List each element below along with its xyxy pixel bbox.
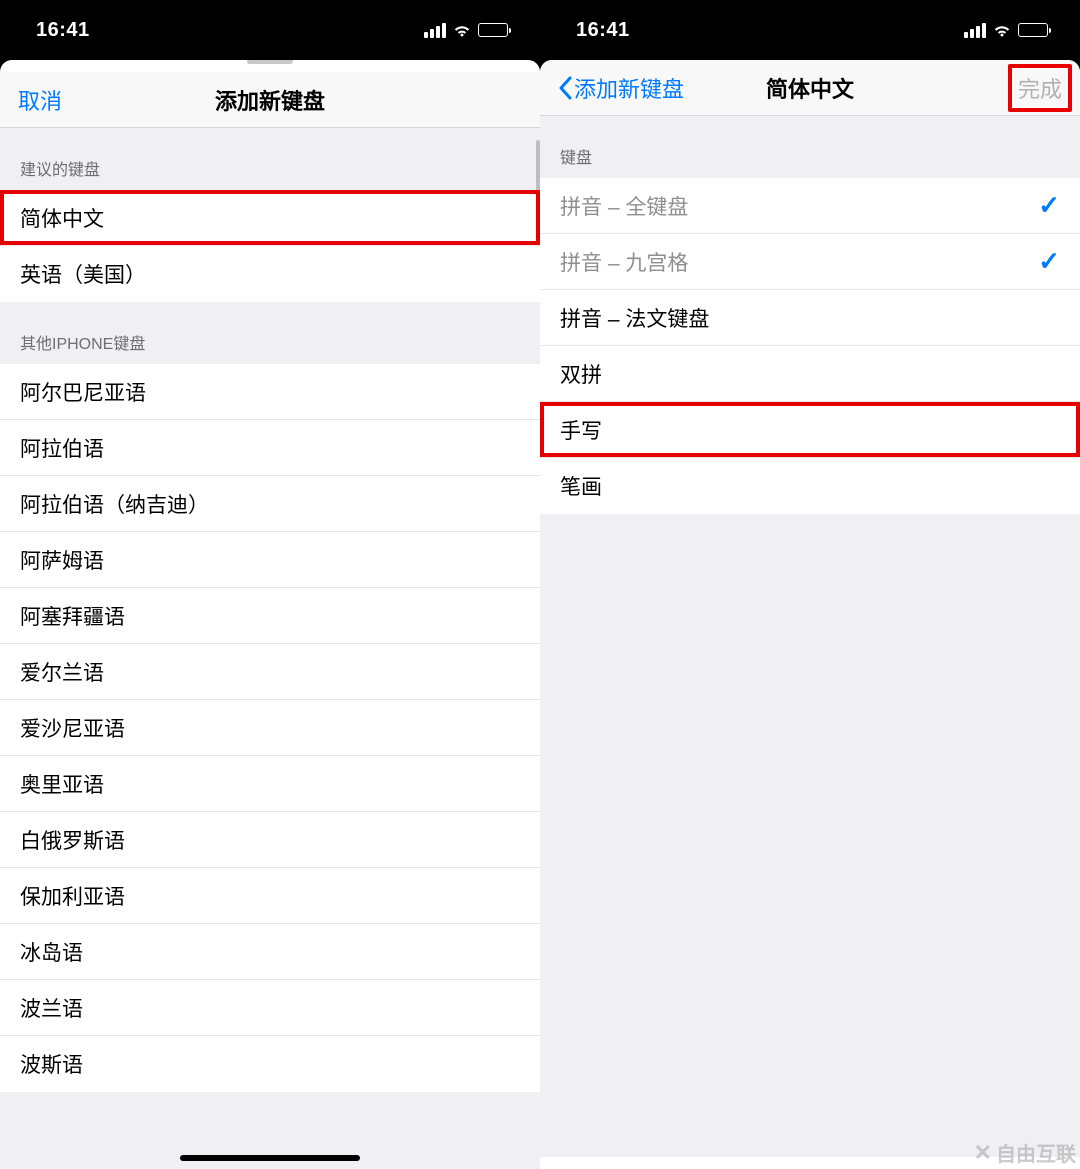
keyboard-option-row[interactable]: 手写 bbox=[540, 402, 1080, 458]
row-label: 冰岛语 bbox=[20, 937, 520, 967]
back-button[interactable]: 添加新键盘 bbox=[558, 72, 684, 104]
other-keyboard-row[interactable]: 波兰语 bbox=[0, 980, 540, 1036]
other-keyboard-row[interactable]: 白俄罗斯语 bbox=[0, 812, 540, 868]
row-label: 简体中文 bbox=[20, 203, 520, 233]
other-keyboard-row[interactable]: 阿拉伯语 bbox=[0, 420, 540, 476]
status-icons bbox=[424, 23, 508, 38]
suggested-keyboard-row[interactable]: 英语（美国） bbox=[0, 246, 540, 302]
modal-sheet: 取消 添加新键盘 建议的键盘 简体中文英语（美国） 其他IPHONE键盘 阿尔巴… bbox=[0, 60, 540, 1169]
status-time: 16:41 bbox=[36, 19, 90, 42]
other-keyboard-row[interactable]: 爱尔兰语 bbox=[0, 644, 540, 700]
row-label: 拼音 – 全键盘 bbox=[560, 191, 1038, 221]
checkmark-icon: ✓ bbox=[1038, 190, 1060, 221]
row-label: 波兰语 bbox=[20, 993, 520, 1023]
other-keyboard-row[interactable]: 爱沙尼亚语 bbox=[0, 700, 540, 756]
chevron-left-icon bbox=[558, 76, 572, 100]
row-label: 阿尔巴尼亚语 bbox=[20, 377, 520, 407]
checkmark-icon: ✓ bbox=[1038, 246, 1060, 277]
status-icons bbox=[964, 23, 1048, 38]
keyboard-list[interactable]: 建议的键盘 简体中文英语（美国） 其他IPHONE键盘 阿尔巴尼亚语阿拉伯语阿拉… bbox=[0, 128, 540, 1169]
row-label: 阿拉伯语 bbox=[20, 433, 520, 463]
row-label: 爱沙尼亚语 bbox=[20, 713, 520, 743]
row-label: 拼音 – 法文键盘 bbox=[560, 303, 1060, 333]
other-keyboard-row[interactable]: 阿拉伯语（纳吉迪） bbox=[0, 476, 540, 532]
cellular-icon bbox=[964, 23, 986, 38]
keyboard-option-row[interactable]: 拼音 – 法文键盘 bbox=[540, 290, 1080, 346]
phone-left: 16:41 取消 添加新键盘 建议的键盘 简体中文英语（美国） 其他IPHONE… bbox=[0, 0, 540, 1169]
row-label: 英语（美国） bbox=[20, 259, 520, 289]
other-keyboard-row[interactable]: 保加利亚语 bbox=[0, 868, 540, 924]
row-label: 阿拉伯语（纳吉迪） bbox=[20, 489, 520, 519]
suggested-keyboard-row[interactable]: 简体中文 bbox=[0, 190, 540, 246]
sheet-grabber[interactable] bbox=[247, 60, 293, 64]
row-label: 双拼 bbox=[560, 359, 1060, 389]
done-button-highlight: 完成 bbox=[1008, 64, 1072, 112]
row-label: 阿塞拜疆语 bbox=[20, 601, 520, 631]
nav-title: 添加新键盘 bbox=[148, 84, 392, 116]
other-keyboard-row[interactable]: 奥里亚语 bbox=[0, 756, 540, 812]
other-keyboard-row[interactable]: 波斯语 bbox=[0, 1036, 540, 1092]
cellular-icon bbox=[424, 23, 446, 38]
keyboard-options: 键盘 拼音 – 全键盘✓拼音 – 九宫格✓拼音 – 法文键盘双拼手写笔画 bbox=[540, 116, 1080, 1157]
status-time: 16:41 bbox=[576, 19, 630, 42]
nav-title: 简体中文 bbox=[688, 72, 932, 104]
other-keyboard-row[interactable]: 阿尔巴尼亚语 bbox=[0, 364, 540, 420]
battery-icon bbox=[478, 23, 508, 37]
row-label: 白俄罗斯语 bbox=[20, 825, 520, 855]
row-label: 拼音 – 九宫格 bbox=[560, 247, 1038, 277]
watermark: ✕自由互联 bbox=[974, 1138, 1076, 1167]
row-label: 波斯语 bbox=[20, 1049, 520, 1079]
home-indicator[interactable] bbox=[180, 1155, 360, 1161]
other-keyboard-row[interactable]: 阿萨姆语 bbox=[0, 532, 540, 588]
battery-icon bbox=[1018, 23, 1048, 37]
keyboard-option-row[interactable]: 拼音 – 全键盘✓ bbox=[540, 178, 1080, 234]
nav-bar: 取消 添加新键盘 bbox=[0, 72, 540, 128]
cancel-button[interactable]: 取消 bbox=[18, 84, 62, 116]
keyboard-option-row[interactable]: 双拼 bbox=[540, 346, 1080, 402]
wifi-icon bbox=[992, 23, 1012, 38]
row-label: 爱尔兰语 bbox=[20, 657, 520, 687]
keyboard-option-row[interactable]: 笔画 bbox=[540, 458, 1080, 514]
phone-right: 16:41 添加新键盘 简体中文 完成 键盘 拼音 – 全键盘✓拼音 bbox=[540, 0, 1080, 1169]
done-button[interactable]: 完成 bbox=[1018, 72, 1062, 104]
row-label: 阿萨姆语 bbox=[20, 545, 520, 575]
other-keyboard-row[interactable]: 阿塞拜疆语 bbox=[0, 588, 540, 644]
modal-sheet: 添加新键盘 简体中文 完成 键盘 拼音 – 全键盘✓拼音 – 九宫格✓拼音 – … bbox=[540, 60, 1080, 1169]
row-label: 保加利亚语 bbox=[20, 881, 520, 911]
row-label: 笔画 bbox=[560, 471, 1060, 501]
row-label: 奥里亚语 bbox=[20, 769, 520, 799]
section-header-keyboards: 键盘 bbox=[540, 116, 1080, 178]
wifi-icon bbox=[452, 23, 472, 38]
nav-bar: 添加新键盘 简体中文 完成 bbox=[540, 60, 1080, 116]
section-header-suggested: 建议的键盘 bbox=[0, 128, 540, 190]
keyboard-option-row[interactable]: 拼音 – 九宫格✓ bbox=[540, 234, 1080, 290]
section-header-other: 其他IPHONE键盘 bbox=[0, 302, 540, 364]
back-label: 添加新键盘 bbox=[574, 72, 684, 104]
status-bar: 16:41 bbox=[0, 0, 540, 60]
status-bar: 16:41 bbox=[540, 0, 1080, 60]
row-label: 手写 bbox=[560, 415, 1060, 445]
other-keyboard-row[interactable]: 冰岛语 bbox=[0, 924, 540, 980]
